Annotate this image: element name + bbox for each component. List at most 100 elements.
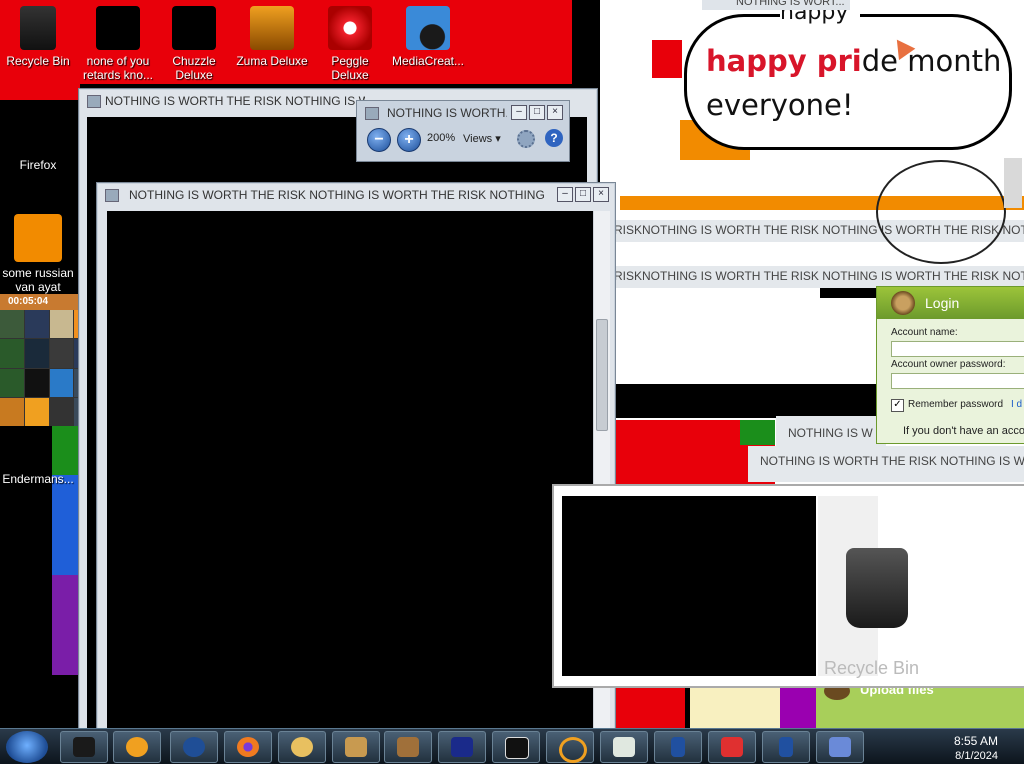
chuzzle-icon (291, 737, 313, 757)
firefox-icon (21, 120, 55, 154)
screen-icon (505, 737, 529, 759)
game-timer: 00:05:04 (8, 296, 49, 307)
wallpaper-purple-bottom (780, 684, 820, 728)
minimize-button[interactable]: – (511, 105, 527, 120)
settings-gear-icon[interactable] (517, 130, 535, 148)
icon-label: Chuzzle Deluxe (172, 54, 216, 82)
preview-label: Recycle Bin (824, 658, 920, 678)
taskbar-item-box[interactable] (332, 731, 380, 763)
hidden-file-icon (96, 6, 140, 50)
minimize-button[interactable]: – (557, 187, 573, 202)
desktop-icon-chuzzle[interactable]: Chuzzle Deluxe (156, 6, 232, 82)
taskbar-item-player[interactable] (113, 731, 161, 763)
zuma-icon (250, 6, 294, 50)
icon-label: Endermans... (2, 472, 74, 486)
photo-viewer-icon (365, 107, 379, 120)
icon-label: Firefox (19, 158, 57, 172)
login-header: Login (877, 287, 1024, 319)
stacked-title-text: NOTHING IS W (788, 426, 873, 440)
explorer-window-front[interactable]: NOTHING IS WORTH THE RISK NOTHING IS WOR… (96, 182, 616, 730)
desktop-icon-enderman[interactable]: Endermans... (0, 472, 76, 486)
icon-label: Zuma Deluxe (236, 54, 308, 68)
recycle-bin-icon (20, 6, 56, 50)
window-top-cut[interactable]: NOTHING IS WORT... (702, 0, 850, 10)
taskbar-item-search[interactable] (546, 731, 594, 763)
stacked-title-text: NOTHING IS WORTH THE RISK NOTHING IS WOR… (760, 454, 1024, 468)
bubble-rest-text: de month (861, 44, 1002, 78)
tray-date[interactable]: 8/1/2024 (955, 750, 998, 762)
bubble-red-text: happy pri (706, 44, 862, 78)
help-icon[interactable]: ? (545, 129, 563, 147)
clock-gadget[interactable] (876, 160, 1006, 264)
zoom-out-button[interactable]: − (367, 128, 391, 152)
stacked-window-title-3[interactable]: NOTHING IS W (776, 416, 886, 446)
password-label: Account owner password: (891, 359, 1006, 370)
taskbar-item-screen[interactable] (492, 731, 540, 763)
desktop-icon-mediacreation[interactable]: MediaCreat... (390, 6, 466, 68)
bubble-line-2: everyone! (706, 88, 854, 122)
taskbar-item-chuzzle[interactable] (278, 731, 326, 763)
taskbar-item-phone[interactable] (654, 731, 702, 763)
window-top-cut-title: NOTHING IS WORT... (736, 0, 845, 8)
box-icon (345, 737, 367, 757)
icon-label: some russian van ayat (2, 266, 74, 294)
zoom-in-button[interactable]: + (397, 128, 421, 152)
windows-media-icon (183, 737, 205, 757)
desktop-icon-file[interactable]: none of you retards kno... (80, 6, 156, 82)
wallpaper-red-block (652, 40, 682, 78)
taskbar-item-wmp[interactable] (170, 731, 218, 763)
maximize-button[interactable]: □ (529, 105, 545, 120)
start-button-windows-icon[interactable] (6, 731, 48, 763)
taskbar-item-network[interactable] (816, 731, 864, 763)
window-icon (87, 95, 101, 108)
photo-viewer-window[interactable]: NOTHING IS WORTH... – □ × − + 200% Views… (356, 100, 570, 162)
remember-label: Remember password (908, 399, 1004, 410)
chuzzle-icon (172, 6, 216, 50)
password-input[interactable] (891, 373, 1024, 389)
taskbar-item-file[interactable] (600, 731, 648, 763)
taskbar-item-uploader[interactable] (384, 731, 432, 763)
user-avatar-icon (891, 291, 915, 315)
icon-label: none of you retards kno... (82, 54, 154, 82)
icon-label: Peggle Deluxe (331, 54, 369, 82)
account-name-input[interactable] (891, 341, 1024, 357)
file-icon (613, 737, 635, 757)
desktop-icon-russian[interactable]: some russian van ayat (0, 214, 76, 294)
login-window[interactable]: Login Account name: Account owner passwo… (876, 286, 1024, 444)
desktop-icon-peggle[interactable]: Peggle Deluxe (312, 6, 388, 82)
preview-window[interactable]: Recycle Bin (552, 484, 1024, 688)
views-dropdown[interactable]: Views ▾ (463, 132, 501, 145)
signup-info-text: If you don't have an acco (903, 425, 1024, 437)
wallpaper-black-band (615, 384, 885, 418)
arrow-app-icon (721, 737, 743, 757)
desktop-wallpaper-strip (0, 84, 80, 100)
window-controls: – □ × (511, 105, 563, 120)
maximize-button[interactable]: □ (575, 187, 591, 202)
desktop-icon-firefox[interactable]: Firefox (0, 120, 76, 172)
taskbar-item-media[interactable] (60, 731, 108, 763)
tray-time[interactable]: 8:55 AM (954, 734, 998, 748)
stacked-window-title-2[interactable]: RISKNOTHING IS WORTH THE RISK NOTHING IS… (614, 266, 1024, 288)
scrollbar-thumb[interactable] (596, 319, 608, 431)
desktop-icon-zuma[interactable]: Zuma Deluxe (234, 6, 310, 68)
recycle-bin-icon (846, 548, 908, 628)
phone-icon (671, 737, 685, 757)
account-name-label: Account name: (891, 327, 958, 338)
stacked-window-title-4[interactable]: NOTHING IS WORTH THE RISK NOTHING IS WOR… (748, 446, 1024, 482)
peggle-icon (328, 6, 372, 50)
forgot-link[interactable]: I d (1011, 399, 1022, 410)
close-button[interactable]: × (547, 105, 563, 120)
close-button[interactable]: × (593, 187, 609, 202)
search-icon (559, 737, 587, 763)
taskbar-item-arrow-app[interactable] (708, 731, 756, 763)
window-icon (105, 189, 119, 202)
taskbar-item-firefox[interactable] (224, 731, 272, 763)
icon-label: Recycle Bin (6, 54, 70, 68)
stacked-title-text: RISKNOTHING IS WORTH THE RISK NOTHING IS… (614, 269, 1024, 283)
taskbar-item-mci[interactable] (438, 731, 486, 763)
remember-checkbox[interactable]: ✓ (891, 399, 904, 412)
uploader-icon (397, 737, 419, 757)
gadget-controls[interactable] (1004, 158, 1022, 208)
taskbar-item-phone2[interactable] (762, 731, 810, 763)
desktop-icon-recycle-bin[interactable]: Recycle Bin (0, 6, 76, 68)
